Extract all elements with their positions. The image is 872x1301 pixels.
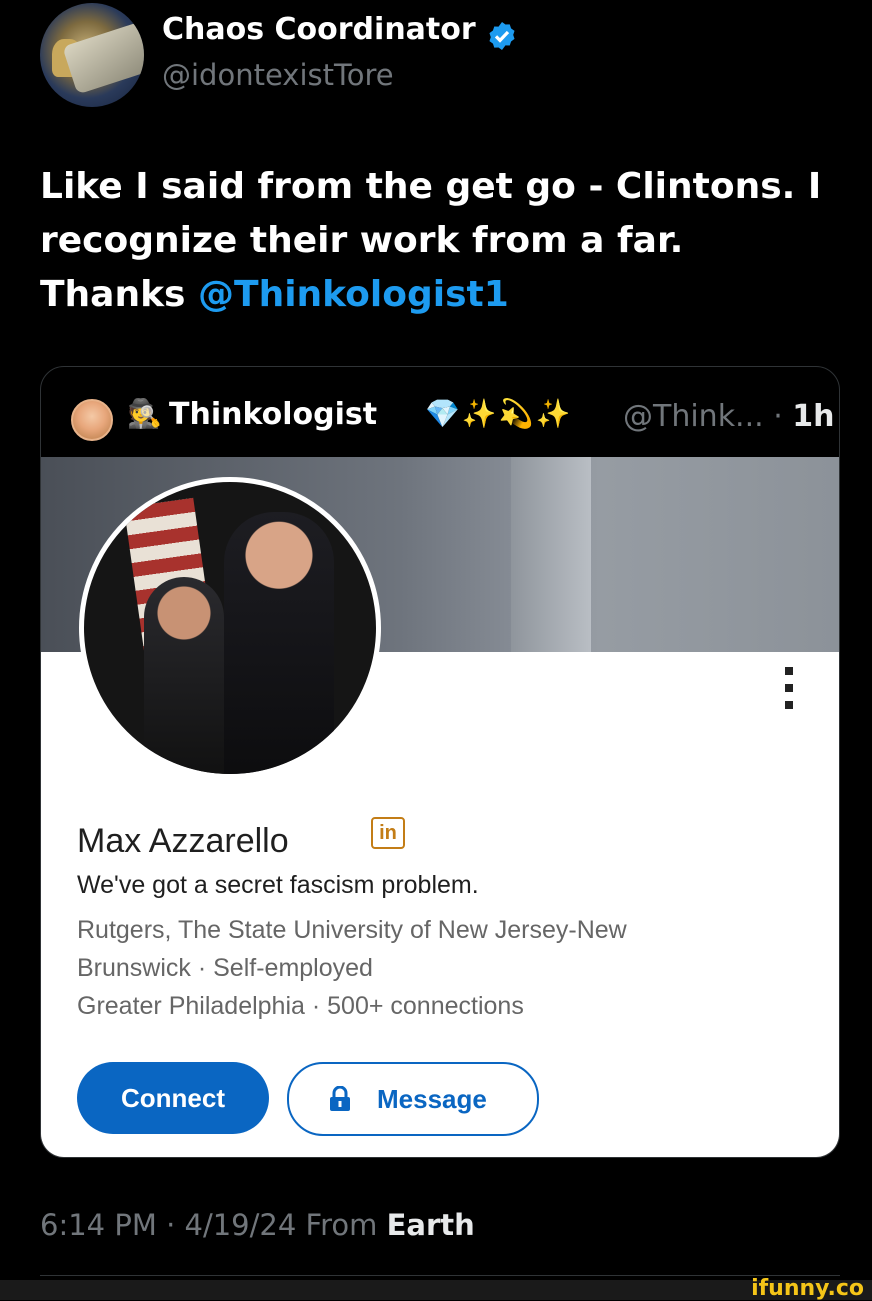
author-handle[interactable]: @idontexistTore: [162, 58, 394, 92]
divider: [40, 1275, 840, 1276]
tweet-time[interactable]: 6:14 PM · 4/19/24: [40, 1208, 296, 1242]
tweet-timestamp: 6:14 PM · 4/19/24 From Earth: [40, 1208, 475, 1242]
source-prefix: From: [305, 1208, 387, 1242]
quoted-time-separator: ·: [763, 399, 793, 434]
ifunny-watermark: ifunny.co: [751, 1276, 864, 1301]
verified-badge-icon: [489, 22, 515, 50]
photo-person-left: [144, 577, 224, 774]
linkedin-headline: We've got a secret fascism problem.: [77, 871, 479, 899]
linkedin-profile-name: Max Azzarello: [77, 822, 289, 860]
quoted-author-handle[interactable]: @Think...: [623, 399, 764, 434]
quoted-author-emojis: 💎✨💫✨: [425, 397, 573, 430]
tweet-source: Earth: [386, 1208, 475, 1242]
linkedin-education-line1: Rutgers, The State University of New Jer…: [77, 916, 627, 944]
author-avatar[interactable]: [40, 3, 144, 107]
quoted-time: 1h: [792, 399, 835, 434]
message-button-label: Message: [377, 1084, 487, 1114]
quoted-tweet-header: 🕵 Thinkologist 💎✨💫✨ @Think... · 1h: [41, 367, 839, 457]
linkedin-premium-icon: in: [371, 817, 405, 849]
tweet-text: Like I said from the get go - Clintons. …: [40, 160, 830, 322]
quoted-author-handle-time: @Think... · 1h: [623, 399, 835, 434]
quoted-author-name[interactable]: Thinkologist: [169, 397, 377, 432]
lock-icon: [330, 1086, 350, 1111]
avatar-plaque: [62, 21, 144, 95]
banner-arc: [511, 457, 591, 652]
profile-more-icon[interactable]: [785, 667, 795, 718]
linkedin-education-line2: Brunswick · Self-employed: [77, 954, 373, 982]
watermark-bar: [0, 1280, 872, 1300]
message-button[interactable]: Message: [287, 1062, 539, 1136]
author-display-name[interactable]: Chaos Coordinator: [162, 12, 476, 47]
photo-person-right: [224, 512, 334, 774]
spy-emoji: 🕵: [127, 397, 162, 430]
linkedin-profile-photo: [79, 477, 381, 779]
quoted-tweet-card[interactable]: 🕵 Thinkologist 💎✨💫✨ @Think... · 1h Max A…: [40, 366, 840, 1158]
linkedin-location-line: Greater Philadelphia · 500+ connections: [77, 992, 524, 1020]
tweet-mention-link[interactable]: @Thinkologist1: [198, 274, 509, 315]
quoted-author-avatar[interactable]: [71, 399, 113, 441]
connect-button[interactable]: Connect: [77, 1062, 269, 1134]
